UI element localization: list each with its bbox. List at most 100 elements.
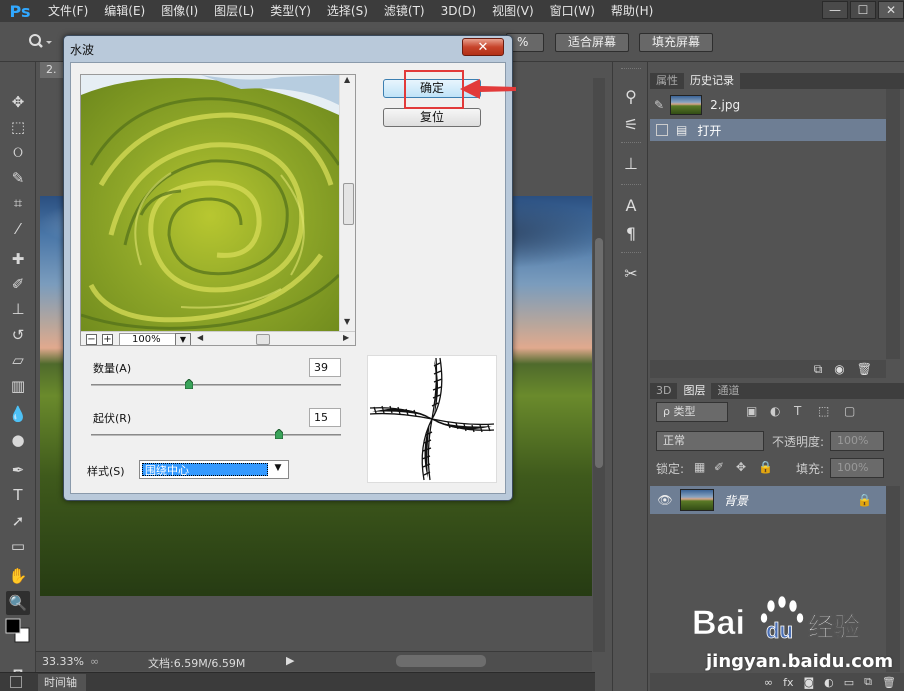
preview-vertical-scrollbar[interactable]: ▲ ▼ (339, 75, 355, 331)
add-mask-icon[interactable]: ◙ (803, 676, 814, 689)
menu-view[interactable]: 视图(V) (484, 0, 542, 22)
zoom-tool-icon[interactable]: 🔍 (6, 591, 30, 615)
zoom-in-button[interactable]: + (102, 334, 113, 345)
zoom-out-button[interactable]: − (86, 334, 97, 345)
stamp-tool-icon[interactable]: ⊥ (6, 297, 30, 321)
filter-adjust-icon[interactable]: ◐ (770, 404, 780, 418)
scroll-down-arrow-icon[interactable]: ▼ (344, 317, 350, 326)
link-layers-icon[interactable]: ∞ (764, 676, 773, 689)
eyedropper-tool-icon[interactable]: ⁄ (6, 217, 30, 241)
filter-pixel-icon[interactable]: ▣ (746, 404, 757, 418)
delete-layer-icon[interactable]: 🗑 (882, 676, 896, 689)
layer-style-icon[interactable]: fx (783, 676, 793, 689)
brush-tool-icon[interactable]: ✐ (6, 272, 30, 296)
ridges-field[interactable]: 15 (309, 408, 341, 427)
filter-shape-icon[interactable]: ⬚ (818, 404, 829, 418)
amount-field[interactable]: 39 (309, 358, 341, 377)
lock-all-icon[interactable]: 🔒 (758, 460, 773, 474)
lock-position-icon[interactable]: ✥ (736, 460, 746, 474)
history-brush-source-icon[interactable]: ✎ (654, 98, 664, 112)
blend-mode-select[interactable]: 正常 (656, 431, 764, 451)
character-panel-icon[interactable]: A (619, 193, 643, 217)
preview-zoom-dropdown-icon[interactable]: ▼ (175, 333, 191, 345)
menu-filter[interactable]: 滤镜(T) (376, 0, 433, 22)
tab-layers[interactable]: 图层 (677, 383, 712, 399)
status-menu-arrow-icon[interactable]: ▶ (286, 654, 294, 667)
clone-source-icon[interactable]: ⊥ (619, 151, 643, 175)
history-snapshot[interactable]: ✎ 2.jpg (650, 91, 886, 119)
timeline-icon[interactable] (10, 676, 22, 688)
ridges-slider-thumb[interactable] (274, 429, 283, 439)
amount-slider-thumb[interactable] (184, 379, 193, 389)
menu-type[interactable]: 类型(Y) (262, 0, 319, 22)
close-window-button[interactable]: ✕ (878, 1, 904, 19)
scroll-right-arrow-icon[interactable]: ▶ (343, 333, 349, 342)
tool-presets-icon[interactable]: ✂ (619, 261, 643, 285)
canvas-vertical-scrollbar[interactable] (593, 78, 605, 652)
menu-file[interactable]: 文件(F) (40, 0, 96, 22)
dialog-titlebar[interactable]: 水波 ✕ (64, 36, 512, 62)
tab-channels[interactable]: 通道 (711, 383, 745, 399)
filter-type-icon[interactable]: T (794, 404, 801, 418)
adjustment-layer-icon[interactable]: ◐ (824, 676, 834, 689)
opacity-field[interactable]: 100% (830, 431, 884, 451)
history-checkbox[interactable] (656, 124, 668, 136)
brush-settings-icon[interactable]: ⚟ (619, 112, 643, 136)
new-layer-icon[interactable]: ⧉ (864, 675, 872, 689)
ridges-slider-track[interactable] (91, 434, 341, 436)
menu-3d[interactable]: 3D(D) (433, 0, 484, 22)
timeline-tab[interactable]: 时间轴 (38, 674, 86, 691)
preview-horizontal-scroll-thumb[interactable] (256, 334, 270, 345)
color-swatches[interactable] (3, 618, 33, 643)
zoom-tool-preset[interactable] (22, 29, 58, 55)
maximize-button[interactable]: ☐ (850, 1, 876, 19)
reset-button[interactable]: 复位 (383, 108, 481, 127)
menu-layer[interactable]: 图层(L) (206, 0, 262, 22)
scroll-up-arrow-icon[interactable]: ▲ (344, 75, 350, 84)
new-document-from-state-icon[interactable]: ⧉ (814, 362, 823, 377)
menu-window[interactable]: 窗口(W) (542, 0, 603, 22)
menu-help[interactable]: 帮助(H) (603, 0, 661, 22)
paragraph-panel-icon[interactable]: ¶ (619, 221, 643, 245)
path-select-tool-icon[interactable]: ➚ (6, 509, 30, 533)
zoom-level[interactable]: 33.33% (42, 655, 84, 668)
hand-tool-icon[interactable]: ✋ (6, 564, 30, 588)
canvas-horizontal-scrollbar[interactable] (396, 655, 486, 667)
history-brush-icon[interactable]: ↺ (6, 323, 30, 347)
preview-image[interactable] (81, 75, 339, 331)
layer-filter-kind[interactable]: ρ 类型 (656, 402, 728, 422)
layer-row-background[interactable]: 👁 背景 🔒 (650, 486, 886, 514)
crop-tool-icon[interactable]: ⌗ (6, 191, 30, 215)
type-tool-icon[interactable]: T (6, 483, 30, 507)
pen-tool-icon[interactable]: ✒ (6, 458, 30, 482)
trash-icon[interactable]: 🗑 (857, 362, 872, 376)
shape-tool-icon[interactable]: ▭ (6, 534, 30, 558)
lock-pixels-icon[interactable]: ✐ (714, 460, 724, 474)
tab-properties[interactable]: 属性 (650, 73, 684, 89)
filter-smart-icon[interactable]: ▢ (844, 404, 855, 418)
dodge-tool-icon[interactable]: ● (6, 428, 30, 452)
style-select[interactable]: 围绕中心 ▼ (139, 460, 289, 479)
brush-presets-icon[interactable]: ⚲ (619, 84, 643, 108)
dialog-close-button[interactable]: ✕ (462, 38, 504, 56)
amount-slider-track[interactable] (91, 384, 341, 386)
fill-field[interactable]: 100% (830, 458, 884, 478)
menu-edit[interactable]: 编辑(E) (96, 0, 153, 22)
eraser-tool-icon[interactable]: ▱ (6, 348, 30, 372)
lasso-tool-icon[interactable]: ଠ (6, 140, 30, 164)
style-dropdown-icon[interactable]: ▼ (270, 463, 286, 476)
minimize-button[interactable]: — (822, 1, 848, 19)
lock-transparent-icon[interactable]: ▦ (694, 460, 705, 474)
camera-icon[interactable]: ◉ (834, 362, 844, 376)
history-step-open[interactable]: ▤ 打开 (650, 119, 886, 141)
scroll-left-arrow-icon[interactable]: ◀ (197, 333, 203, 342)
fill-screen-button[interactable]: 填充屏幕 (639, 33, 714, 52)
healing-brush-icon[interactable]: ✚ (6, 247, 30, 271)
menu-image[interactable]: 图像(I) (153, 0, 206, 22)
move-tool-icon[interactable]: ✥ (6, 90, 30, 114)
tab-3d[interactable]: 3D (650, 383, 677, 399)
quick-select-tool-icon[interactable]: ✎ (6, 166, 30, 190)
new-group-icon[interactable]: ▭ (844, 676, 854, 689)
marquee-tool-icon[interactable]: ⬚ (6, 115, 30, 139)
fit-screen-button[interactable]: 适合屏幕 (555, 33, 630, 52)
